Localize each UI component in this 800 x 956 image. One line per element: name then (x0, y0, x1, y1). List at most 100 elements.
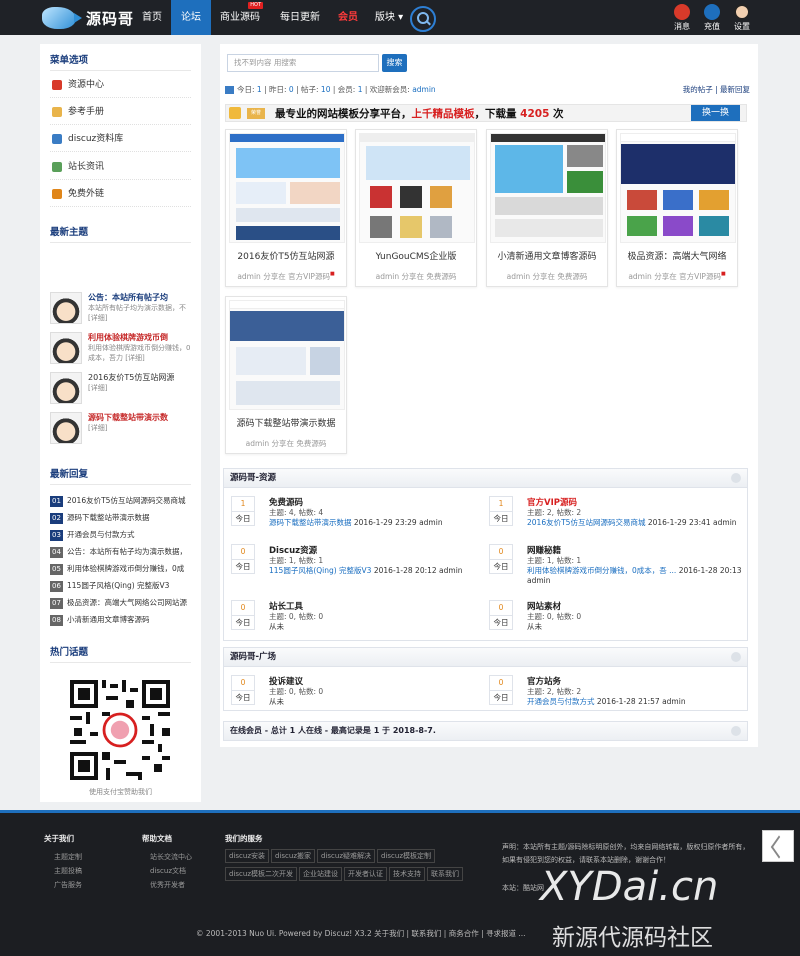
footer-link[interactable]: 站长交流中心 (142, 850, 192, 864)
last-post-meta: 2016-1-29 23:29 admin (351, 518, 443, 527)
service-tag[interactable]: 联系我们 (427, 867, 463, 881)
collapse-icon[interactable] (731, 652, 741, 662)
forum-stats: 主题: 2, 帖数: 2 (527, 687, 582, 696)
section-header[interactable]: 源码哥-广场 (224, 648, 747, 667)
card-title[interactable]: 小清新通用文章博客源码 (487, 249, 607, 262)
topic-title[interactable]: 公告：本站所有帖子均 (88, 292, 168, 303)
collapse-icon[interactable] (731, 473, 741, 483)
change-button[interactable]: 换一换 (691, 105, 740, 121)
last-post-link[interactable]: 源码下载整站带演示数据 (269, 518, 352, 527)
nav-commercial[interactable]: 商业源码 HOT (211, 0, 269, 35)
last-post-link[interactable]: 利用体验棋牌游戏币倒分赚钱，0成本，吾 ... (527, 566, 676, 575)
today-count-box: 0 今日 (231, 544, 255, 574)
search-input[interactable]: 找不到内容 用搜索 (227, 54, 379, 72)
menu-item-resource[interactable]: 资源中心 (50, 72, 191, 98)
service-tag[interactable]: discuz模板二次开发 (225, 867, 297, 881)
menu-item-library[interactable]: discuz资料库 (50, 126, 191, 152)
topic-title[interactable]: 源码下载整站带演示数 (88, 412, 168, 423)
reply-item[interactable]: 07 极品资源：高端大气网络公司网站源 (50, 597, 195, 614)
footer-link[interactable]: 主题定制 (44, 850, 82, 864)
last-post-link[interactable]: 2016友价T5仿互站网源码交易商城 (527, 518, 645, 527)
reply-item[interactable]: 02 源码下载整站带演示数据 (50, 512, 195, 529)
forum-item[interactable]: 0 今日 网站素材 主题: 0, 帖数: 0 从未 (481, 596, 736, 640)
template-card[interactable]: 源码下载整站带演示数据 admin 分享在 免费源码 (225, 296, 347, 454)
reply-item[interactable]: 08 小清新通用文章博客源码 (50, 614, 195, 631)
newest-member-link[interactable]: admin (412, 85, 436, 94)
forum-last-post: 从未 (527, 622, 742, 632)
topic-item[interactable]: 2016友价T5仿互站网源 [详细] (50, 372, 191, 410)
template-screenshot (620, 133, 736, 243)
forum-item[interactable]: 0 今日 投诉建议 主题: 0, 帖数: 0 从未 (223, 671, 478, 715)
card-title[interactable]: YunGouCMS企业版 (356, 249, 476, 262)
reply-item[interactable]: 05 利用体验棋牌游戏币倒分赚钱，0成 (50, 563, 195, 580)
reply-number: 03 (50, 530, 63, 541)
reply-item[interactable]: 06 115圆子风格(Qing) 完整版V3 (50, 580, 195, 597)
service-tag[interactable]: 技术支持 (389, 867, 425, 881)
template-card[interactable]: 2016友价T5仿互站网源 admin 分享在 官方VIP源码■ (225, 129, 347, 287)
footer-link[interactable]: 优秀开发者 (142, 878, 192, 892)
nav-daily[interactable]: 每日更新 (271, 0, 329, 35)
qr-caption: 使用支付宝赞助我们 (89, 788, 152, 796)
footer-link[interactable]: discuz文档 (142, 864, 192, 878)
nav-boards[interactable]: 版块 ▾ (369, 0, 409, 35)
reply-item[interactable]: 03 开通会员与付款方式 (50, 529, 195, 546)
reply-item[interactable]: 04 公告：本站所有帖子均为演示数据， (50, 546, 195, 563)
menu-item-news[interactable]: 站长资讯 (50, 154, 191, 180)
footer-link[interactable]: 广告服务 (44, 878, 82, 892)
nav-home[interactable]: 首页 (133, 0, 171, 35)
forum-last-post: 从未 (269, 697, 484, 707)
card-title[interactable]: 极品资源：高端大气网络 (617, 249, 737, 262)
forum-item[interactable]: 1 今日 官方VIP源码 主题: 2, 帖数: 2 2016友价T5仿互站网源码交… (481, 492, 737, 536)
search-icon[interactable] (410, 6, 436, 32)
template-card[interactable]: 极品资源：高端大气网络 admin 分享在 官方VIP源码■ (616, 129, 738, 287)
nav-forum[interactable]: 论坛 (171, 0, 211, 35)
service-tag[interactable]: discuz安装 (225, 849, 269, 863)
footer-col-service: 我们的服务 (225, 833, 263, 850)
forum-stats: 今日: 1 | 昨日: 0 | 帖子: 10 | 会员: 1 | 欢迎新会员: … (225, 84, 436, 95)
today-label: 今日 (490, 690, 512, 705)
service-tag[interactable]: discuz搬家 (271, 849, 315, 863)
collapse-icon[interactable] (731, 726, 741, 736)
topic-item[interactable]: 利用体验棋牌游戏币倒 利用体验棋牌游戏币倒分赚钱，0成本，吾力 [详细] (50, 332, 191, 370)
template-card[interactable]: 小清新通用文章博客源码 admin 分享在 免费源码 (486, 129, 608, 287)
topic-title[interactable]: 利用体验棋牌游戏币倒 (88, 332, 168, 343)
forum-item[interactable]: 0 今日 网赚秘籍 主题: 1, 帖数: 1 利用体验棋牌游戏币倒分赚钱，0成本，… (481, 540, 742, 585)
topic-item[interactable]: 源码下载整站带演示数 [详细] (50, 412, 191, 450)
today-label: 今日 (232, 615, 254, 630)
my-posts-links[interactable]: 我的帖子 | 最新回复 (683, 84, 750, 95)
service-tag[interactable]: 企业站建设 (299, 867, 342, 881)
section-header[interactable]: 源码哥-资源 (224, 469, 747, 488)
topic-title[interactable]: 2016友价T5仿互站网源 (88, 372, 174, 383)
topic-item[interactable]: 公告：本站所有帖子均 本站所有帖子均为演示数据，不 [详细] (50, 292, 191, 330)
reply-text: 小清新通用文章博客源码 (67, 615, 150, 624)
nav-member[interactable]: 会员 (329, 0, 367, 35)
service-tag[interactable]: discuz疑难解决 (317, 849, 375, 863)
stat-label: | 欢迎新会员: (362, 85, 413, 94)
section-title: 源码哥-资源 (230, 473, 277, 483)
menu-item-manual[interactable]: 参考手册 (50, 99, 191, 125)
share-icon[interactable] (762, 830, 794, 862)
recharge-button[interactable]: 充值 (695, 4, 729, 32)
site-logo[interactable]: 源码哥 (42, 6, 134, 30)
template-card[interactable]: YunGouCMS企业版 admin 分享在 免费源码 (355, 129, 477, 287)
hot-badge: HOT (248, 2, 263, 9)
forum-item[interactable]: 0 今日 Discuz资源 主题: 1, 帖数: 1 115圆子风格(Qing) … (223, 540, 478, 584)
forum-item[interactable]: 1 今日 免费源码 主题: 4, 帖数: 4 源码下载整站带演示数据 2016-1… (223, 492, 478, 536)
last-post-link[interactable]: 开通会员与付款方式 (527, 697, 595, 706)
reply-item[interactable]: 01 2016友价T5仿互站网源码交易商城 (50, 495, 195, 512)
footer-link[interactable]: 主题投稿 (44, 864, 82, 878)
forum-item[interactable]: 0 今日 站长工具 主题: 0, 帖数: 0 从未 (223, 596, 478, 640)
reply-text: 开通会员与付款方式 (67, 530, 135, 539)
hot-topics-title: 热门话题 (50, 647, 89, 658)
settings-button[interactable]: 设置 (725, 4, 759, 32)
service-tag[interactable]: discuz模板定制 (377, 849, 435, 863)
card-title[interactable]: 2016友价T5仿互站网源 (226, 249, 346, 262)
forum-item[interactable]: 0 今日 官方站务 主题: 2, 帖数: 2 开通会员与付款方式 2016-1-2… (481, 671, 736, 715)
online-members-bar[interactable]: 在线会员 - 总计 1 人在线 - 最高记录是 1 于 2018-8-7. (223, 721, 748, 741)
message-button[interactable]: 消息 (665, 4, 699, 32)
last-post-link[interactable]: 115圆子风格(Qing) 完整版V3 (269, 566, 371, 575)
service-tag[interactable]: 开发者认证 (344, 867, 387, 881)
search-button[interactable]: 搜索 (382, 54, 407, 72)
menu-item-links[interactable]: 免费外链 (50, 181, 191, 207)
card-title[interactable]: 源码下载整站带演示数据 (226, 416, 346, 429)
